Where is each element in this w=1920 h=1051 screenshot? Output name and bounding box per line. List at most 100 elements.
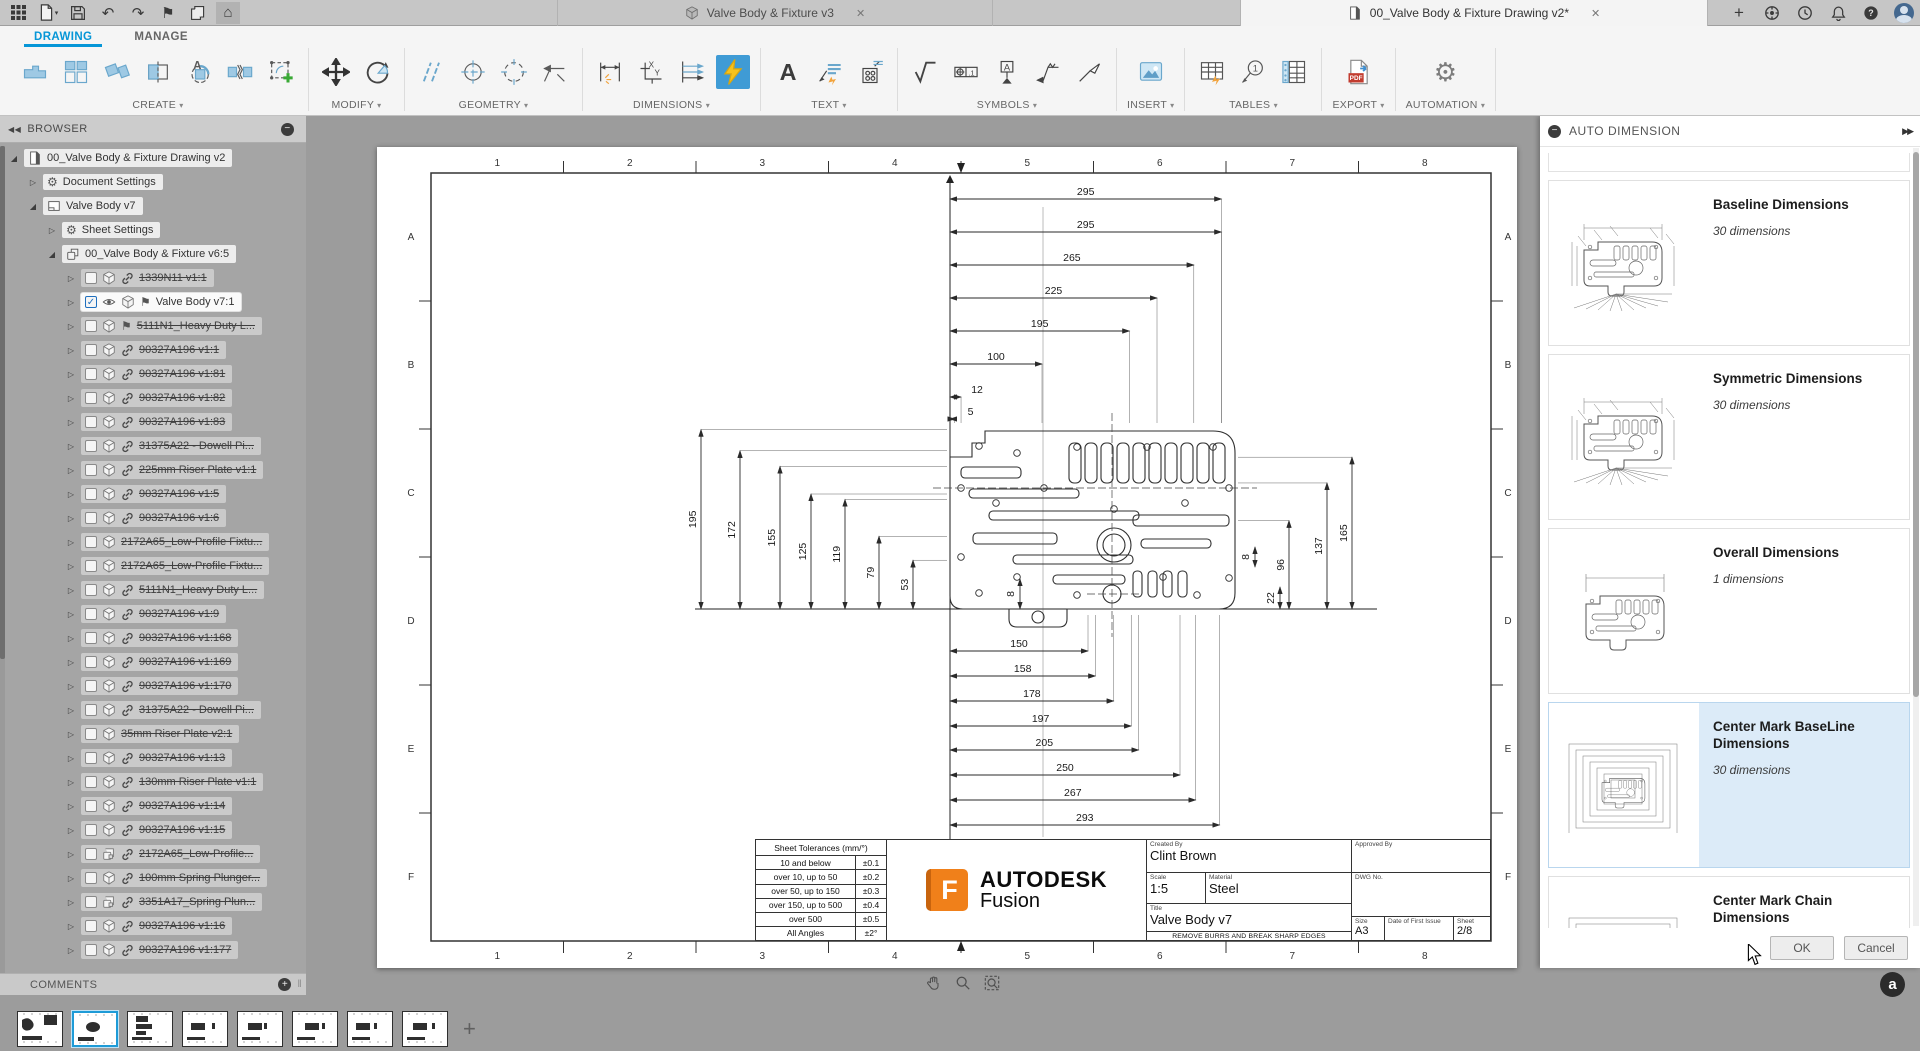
baseline-dimension-icon[interactable]: [675, 55, 709, 89]
component-row[interactable]: 100mm Spring Plunger...: [81, 869, 267, 887]
expand-node-icon[interactable]: ▷: [65, 946, 77, 955]
ribbon-group-label[interactable]: INSERT ▾: [1127, 96, 1174, 111]
browser-item-document-settings[interactable]: ⚙Document Settings: [43, 174, 163, 190]
close-tab-icon[interactable]: ✕: [1591, 7, 1600, 20]
expand-node-icon[interactable]: ▷: [65, 394, 77, 403]
component-row[interactable]: 31375A22 - Dowell Pi...: [81, 437, 261, 455]
sheet-tab-8[interactable]: [402, 1011, 448, 1047]
visibility-checkbox[interactable]: [85, 704, 97, 716]
collapse-node-icon[interactable]: ◢: [8, 154, 20, 163]
panel-scrollbar[interactable]: [1913, 148, 1919, 926]
collapse-panel-icon[interactable]: ◀◀: [0, 125, 27, 134]
job-status-clock-icon[interactable]: [1795, 2, 1815, 24]
pan-icon[interactable]: [925, 974, 943, 992]
collapse-node-icon[interactable]: ◢: [27, 202, 39, 211]
browser-item-00-valve-body-fixture-v6-5[interactable]: 00_Valve Body & Fixture v6:5: [62, 245, 236, 263]
weld-symbol-icon[interactable]: [1031, 55, 1065, 89]
expand-node-icon[interactable]: ▷: [65, 730, 77, 739]
break-view-icon[interactable]: [223, 55, 257, 89]
expand-node-icon[interactable]: ▷: [27, 178, 39, 187]
ribbon-group-label[interactable]: CREATE ▾: [132, 96, 183, 111]
component-row[interactable]: 3351A17_Spring Plun...: [81, 893, 262, 911]
component-row[interactable]: 90327A196 v1:82: [81, 389, 232, 407]
browser-item-valve-body-v7[interactable]: Valve Body v7: [43, 197, 143, 215]
balloon-icon[interactable]: 1: [1236, 55, 1270, 89]
centerline-icon[interactable]: [415, 55, 449, 89]
expand-node-icon[interactable]: ▷: [65, 778, 77, 787]
account-avatar[interactable]: [1894, 3, 1914, 23]
component-row[interactable]: 90327A196 v1:83: [81, 413, 232, 431]
browser-root-item[interactable]: 00_Valve Body & Fixture Drawing v2: [24, 149, 232, 167]
visibility-checkbox[interactable]: [85, 368, 97, 380]
visibility-checkbox[interactable]: [85, 536, 97, 548]
visibility-checkbox[interactable]: [85, 680, 97, 692]
notifications-bell-icon[interactable]: [1828, 2, 1848, 24]
ribbon-group-label[interactable]: TEXT ▾: [811, 96, 846, 111]
auto-dimension-icon[interactable]: [716, 55, 750, 89]
component-row[interactable]: 2172A65_Low-Profile...: [81, 845, 260, 863]
document-tab-valve-body-fixture[interactable]: Valve Body & Fixture v3 ✕: [557, 0, 993, 26]
component-row[interactable]: 90327A196 v1:81: [81, 365, 232, 383]
add-comment-icon[interactable]: +: [278, 978, 291, 991]
component-row[interactable]: 90327A196 v1:5: [81, 485, 226, 503]
file-icon[interactable]: ▾: [36, 2, 60, 24]
undo-icon[interactable]: ↶: [96, 2, 120, 24]
text-icon[interactable]: A: [771, 55, 805, 89]
visibility-checkbox[interactable]: [85, 872, 97, 884]
drawing-canvas[interactable]: 1122334455667788AABBCCDDEEFF295295265225…: [0, 116, 1920, 1007]
dock-panel-icon[interactable]: ▶▶: [1902, 126, 1920, 137]
expand-node-icon[interactable]: ▷: [65, 322, 77, 331]
expand-node-icon[interactable]: ▷: [65, 922, 77, 931]
sheet-tab-4[interactable]: [182, 1011, 228, 1047]
ordinate-dimension-icon[interactable]: XY: [634, 55, 668, 89]
expand-node-icon[interactable]: ▷: [65, 346, 77, 355]
component-row[interactable]: 90327A196 v1:9: [81, 605, 226, 623]
visibility-checkbox[interactable]: [85, 920, 97, 932]
home-icon[interactable]: ⌂: [216, 2, 240, 24]
component-row[interactable]: 2172A65_Low-Profile Fixtu...: [81, 533, 269, 551]
visibility-checkbox[interactable]: [85, 632, 97, 644]
expand-node-icon[interactable]: ▷: [65, 466, 77, 475]
visibility-checkbox[interactable]: ✓: [85, 296, 97, 308]
table-icon[interactable]: [1195, 55, 1229, 89]
expand-node-icon[interactable]: ▷: [65, 898, 77, 907]
tab-drawing[interactable]: DRAWING: [30, 31, 96, 43]
component-row[interactable]: 90327A196 v1:6: [81, 509, 226, 527]
sheet-tab-1[interactable]: [17, 1011, 63, 1047]
component-row[interactable]: 2172A65_Low-Profile Fixtu...: [81, 557, 269, 575]
drawing-sheet[interactable]: 1122334455667788AABBCCDDEEFF295295265225…: [377, 147, 1517, 968]
sheet-tab-3[interactable]: [127, 1011, 173, 1047]
component-row[interactable]: 90327A196 v1:169: [81, 653, 238, 671]
move-icon[interactable]: [319, 55, 353, 89]
component-row[interactable]: 90327A196 v1:16: [81, 917, 232, 935]
ribbon-group-label[interactable]: SYMBOLS ▾: [977, 96, 1037, 111]
help-icon[interactable]: ?: [1861, 2, 1881, 24]
ribbon-group-label[interactable]: MODIFY ▾: [332, 96, 382, 111]
component-row[interactable]: 31375A22 - Dowell Pi...: [81, 701, 261, 719]
ribbon-group-label[interactable]: DIMENSIONS ▾: [633, 96, 710, 111]
component-row[interactable]: 90327A196 v1:168: [81, 629, 238, 647]
visibility-checkbox[interactable]: [85, 728, 97, 740]
expand-node-icon[interactable]: ▷: [65, 634, 77, 643]
auto-dimension-card-overall-dimensions[interactable]: Overall Dimensions1 dimensions: [1548, 528, 1910, 694]
close-tab-icon[interactable]: ✕: [856, 7, 865, 20]
sheet-tab-5[interactable]: [237, 1011, 283, 1047]
visibility-checkbox[interactable]: [85, 464, 97, 476]
center-mark-pattern-icon[interactable]: [497, 55, 531, 89]
expand-node-icon[interactable]: ▷: [46, 226, 58, 235]
add-sheet-button[interactable]: +: [463, 1018, 476, 1040]
ribbon-group-label[interactable]: TABLES ▾: [1229, 96, 1278, 111]
save-icon[interactable]: [66, 2, 90, 24]
arrow-leader-icon[interactable]: [1072, 55, 1106, 89]
visibility-checkbox[interactable]: [85, 440, 97, 452]
auto-dimension-card-center-mark-chain-dimensions[interactable]: Center Mark Chain Dimensions30 dimension…: [1548, 876, 1910, 928]
center-mark-icon[interactable]: [456, 55, 490, 89]
hole-thread-note-icon[interactable]: [853, 55, 887, 89]
new-tab-icon[interactable]: +: [1729, 2, 1749, 24]
base-view-icon[interactable]: [18, 55, 52, 89]
expand-node-icon[interactable]: ▷: [65, 610, 77, 619]
sheet-tab-7[interactable]: [347, 1011, 393, 1047]
expand-node-icon[interactable]: ▷: [65, 514, 77, 523]
component-row[interactable]: 225mm Riser Plate v1:1: [81, 461, 263, 479]
component-row[interactable]: 130mm Riser Plate v1:1: [81, 773, 263, 791]
